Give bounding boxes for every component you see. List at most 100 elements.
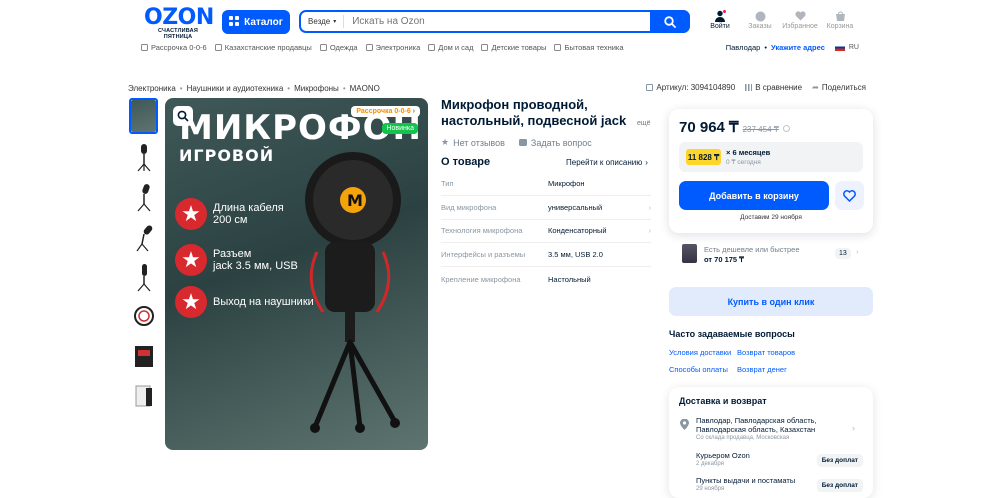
search-icon (664, 15, 676, 28)
nav-label: Одежда (329, 43, 358, 52)
price-card: 70 964 ₸ 237 454 ₸ 11 828 ₸ × 6 месяцев … (669, 109, 873, 233)
cart-button[interactable]: Корзина (822, 9, 858, 30)
spec-row[interactable]: Технология микрофона Конденсаторный › (441, 219, 651, 243)
electronics-icon (365, 44, 373, 51)
share-icon: ➦ (812, 83, 819, 92)
chevron-right-icon: › (856, 247, 859, 256)
title-more-link[interactable]: ещё (637, 120, 651, 127)
ask-question-label: Задать вопрос (530, 137, 592, 148)
current-price: 70 964 ₸ (679, 119, 739, 136)
nav-item-electronics[interactable]: Электроника (365, 43, 421, 52)
breadcrumb-item[interactable]: Микрофоны (294, 84, 339, 93)
installment-icon (141, 44, 148, 51)
product-title: Микрофон проводной, настольный, подвесно… (441, 97, 627, 128)
cheaper-offers-row[interactable]: Есть дешевле или быстрее от 70 175 ₸ 13 … (669, 240, 873, 270)
compare-button[interactable]: В сравнение (745, 83, 802, 92)
faq-link-returns[interactable]: Возврат товаров (737, 348, 795, 357)
spec-value: Настольный (548, 274, 591, 284)
ozon-logo[interactable]: OZON СЧАСТЛИВАЯ ПЯТНИЦА (144, 7, 214, 41)
star-icon: ★ (441, 137, 450, 147)
thumbnail-6[interactable] (129, 298, 158, 334)
orders-button[interactable]: Заказы (742, 9, 778, 30)
category-nav: Рассрочка 0-0-6 Казахстанские продавцы О… (141, 43, 624, 52)
reviews-link[interactable]: ★ Нет отзывов (441, 137, 505, 148)
search-button[interactable] (650, 10, 690, 33)
thumbnail-8[interactable] (129, 378, 158, 414)
faq-link-refund[interactable]: Возврат денег (737, 365, 787, 374)
installment-badge: Рассрочка 0-0-6 › (351, 106, 420, 117)
thumbnail-4[interactable] (129, 219, 158, 255)
spec-row: Тип Микрофон (441, 172, 651, 196)
region-city[interactable]: Павлодар (726, 43, 761, 52)
info-icon[interactable] (782, 125, 790, 132)
delivery-heading: Доставка и возврат (679, 396, 767, 406)
cheaper-text: Есть дешевле или быстрее (704, 245, 800, 254)
ru-flag-icon (834, 44, 845, 51)
spec-key: Тип (441, 179, 454, 188)
ask-question-link[interactable]: Задать вопрос (518, 137, 592, 148)
image-search-icon[interactable] (173, 106, 193, 126)
nav-label: Электроника (375, 43, 421, 52)
nav-label: Бытовая техника (564, 43, 624, 52)
nav-item-installment[interactable]: Рассрочка 0-0-6 (141, 43, 207, 52)
faq-link-delivery[interactable]: Условия доставки (669, 348, 731, 357)
thumbnail-2[interactable] (129, 139, 158, 175)
installment-badge-label: Рассрочка 0-0-6 (356, 108, 411, 115)
orders-label: Заказы (748, 23, 772, 30)
breadcrumb-item[interactable]: Электроника (128, 84, 176, 93)
thumbnail-7[interactable] (129, 338, 158, 374)
catalog-button[interactable]: Каталог (222, 10, 290, 34)
spec-row[interactable]: Вид микрофона универсальный › (441, 196, 651, 220)
offers-count: 13 (835, 248, 851, 259)
address-source: Со склада продавца, Московская (696, 435, 790, 441)
go-to-description-link[interactable]: Перейти к описанию › (566, 158, 648, 167)
faq-heading: Часто задаваемые вопросы (669, 329, 795, 339)
product-main-image[interactable]: МИКРОФОН ИГРОВОЙ Рассрочка 0-0-6 › Новин… (165, 98, 428, 450)
chevron-right-icon: › (645, 158, 648, 167)
nav-item-kids[interactable]: Детские товары (481, 43, 546, 52)
search-scope-select[interactable]: Везде ▾ (301, 15, 345, 28)
about-heading: О товаре (441, 156, 491, 168)
breadcrumb-item[interactable]: Наушники и аудиотехника (187, 84, 284, 93)
nav-item-appliances[interactable]: Бытовая техника (554, 43, 624, 52)
add-to-favorites-button[interactable] (835, 181, 864, 210)
buy-one-click-button[interactable]: Купить в один клик (669, 287, 873, 316)
search-input[interactable] (344, 16, 688, 27)
spec-value: универсальный (548, 203, 603, 212)
region-dot: • (764, 43, 767, 52)
thumbnail-5[interactable] (129, 259, 158, 295)
faq-link-payment[interactable]: Способы оплаты (669, 365, 728, 374)
spec-value: Конденсаторный (548, 226, 607, 235)
grid-icon (229, 15, 240, 29)
nav-item-kz-sellers[interactable]: Казахстанские продавцы (214, 43, 312, 52)
installment-box[interactable]: 11 828 ₸ × 6 месяцев 0 ₸ сегодня (679, 142, 863, 172)
price-row: 70 964 ₸ 237 454 ₸ (679, 118, 790, 136)
cart-label: Корзина (826, 23, 854, 30)
compare-label: В сравнение (755, 83, 803, 92)
breadcrumb-separator: • (179, 84, 183, 93)
microphone-thumb (136, 225, 152, 252)
installment-note: 0 ₸ сегодня (726, 159, 761, 166)
language-select[interactable]: RU (849, 44, 859, 51)
box-thumb (134, 346, 153, 367)
breadcrumb-item[interactable]: MAONO (350, 84, 380, 93)
nav-item-home[interactable]: Дом и сад (428, 43, 473, 52)
thumbnail-1[interactable] (129, 98, 158, 134)
microphone-thumb (137, 144, 150, 172)
article-copy[interactable]: Артикул: 3094104890 (646, 83, 735, 92)
thumbnail-image (131, 100, 156, 132)
favorites-button[interactable]: Избранное (782, 9, 818, 30)
compare-icon (745, 84, 753, 91)
address-text: Павлодар, Павлодарская область, Павлодар… (696, 416, 817, 434)
mic-logo: M (347, 191, 363, 210)
share-button[interactable]: ➦ Поделиться (812, 83, 866, 92)
login-button[interactable]: Войти (702, 9, 738, 30)
add-to-cart-button[interactable]: Добавить в корзину (679, 181, 829, 210)
delivery-address[interactable]: Павлодар, Павлодарская область, Павлодар… (696, 416, 831, 443)
nav-item-clothes[interactable]: Одежда (319, 43, 358, 52)
nav-label: Казахстанские продавцы (224, 43, 312, 52)
thumbnail-3[interactable] (129, 179, 158, 215)
courier-label: Курьером Ozon (696, 451, 750, 460)
kz-sellers-icon (214, 44, 222, 51)
address-link[interactable]: Укажите адрес (771, 43, 825, 52)
